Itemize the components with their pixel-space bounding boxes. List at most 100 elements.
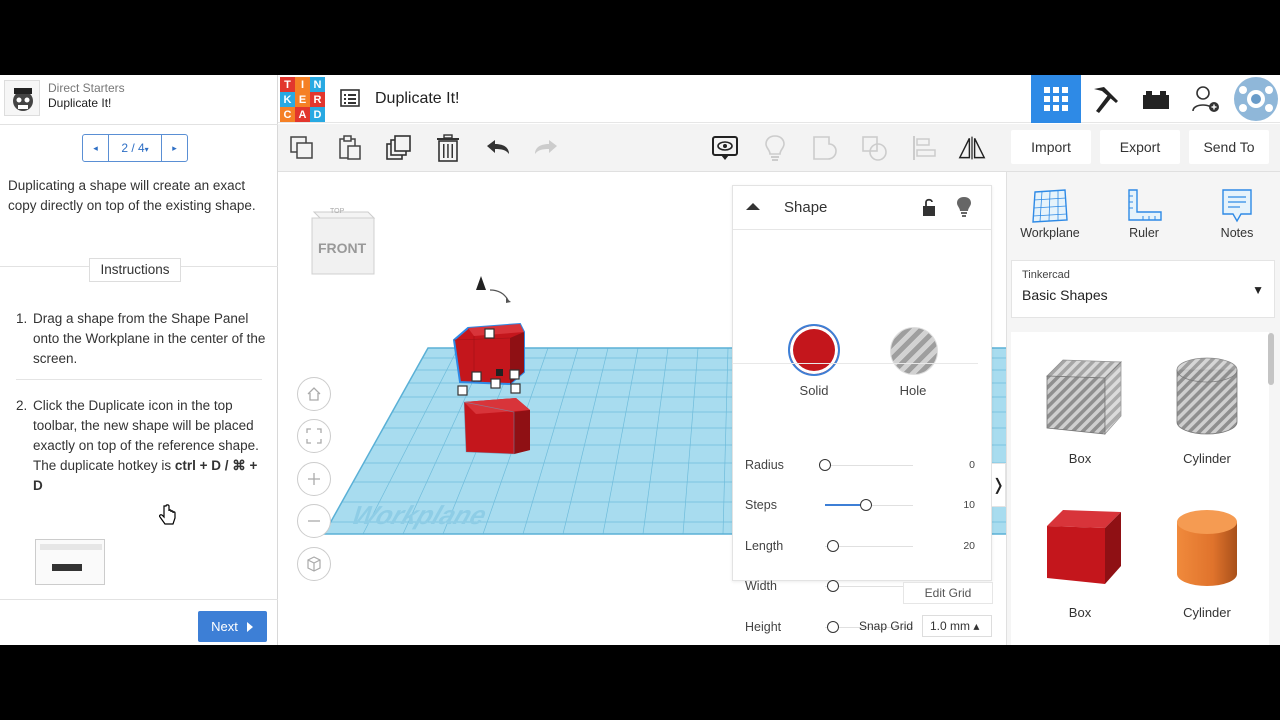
box-solid-thumbnail	[1047, 510, 1121, 584]
logo-letter: E	[295, 92, 310, 107]
radius-value[interactable]: 0	[969, 459, 975, 471]
group-button[interactable]	[811, 134, 839, 162]
steps-slider-knob[interactable]	[860, 499, 872, 511]
perspective-button[interactable]	[297, 547, 331, 581]
view-cube-front-label: FRONT	[318, 240, 367, 256]
export-button[interactable]: Export	[1100, 130, 1180, 164]
profile-avatar[interactable]	[1231, 75, 1280, 123]
next-label: Next	[211, 619, 238, 634]
snap-grid-select[interactable]: 1.0 mm ▴	[922, 615, 992, 637]
lesson-pager: ◂ 2 / 4▾ ▸	[82, 134, 188, 162]
step-thumbnail[interactable]	[35, 539, 105, 585]
tinkercad-logo[interactable]: TINKERCAD	[280, 77, 325, 122]
length-value[interactable]: 20	[963, 540, 975, 552]
step-number: 1.	[16, 311, 28, 326]
box-shape[interactable]	[463, 398, 530, 455]
view-cube[interactable]: TOP FRONT	[308, 204, 376, 279]
next-page-button[interactable]: ▸	[161, 135, 187, 161]
caret-down-icon: ▼	[1252, 283, 1264, 297]
hotkey-text: The duplicate hotkey is ctrl + D / ⌘ + D	[33, 458, 257, 493]
logo-letter: T	[280, 77, 295, 92]
lightbulb-icon[interactable]	[956, 196, 972, 218]
grid-view-icon	[1044, 87, 1068, 111]
edit-grid-button[interactable]: Edit Grid	[903, 582, 993, 604]
mirror-button[interactable]	[958, 134, 986, 162]
solid-color-swatch[interactable]	[788, 324, 840, 376]
snap-grid-label: Snap Grid	[859, 619, 914, 633]
step-body: Click the Duplicate icon in the top tool…	[33, 396, 266, 496]
ruler-tool[interactable]: Ruler	[1104, 186, 1184, 250]
step-item: 1. Drag a shape from the Shape Panel ont…	[16, 309, 266, 369]
view-cube-top-label: TOP	[330, 208, 345, 215]
redo-button[interactable]	[532, 134, 560, 162]
box-solid-shape[interactable]: Box	[1025, 502, 1135, 632]
prev-page-button[interactable]: ◂	[83, 135, 109, 161]
lock-icon[interactable]	[921, 197, 937, 217]
steps-value[interactable]: 10	[963, 499, 975, 511]
height-slider-knob[interactable]	[827, 621, 839, 633]
shape-library-select[interactable]: Tinkercad Basic Shapes ▼	[1011, 260, 1275, 318]
avatar-icon	[1233, 77, 1278, 121]
instruction-steps: 1. Drag a shape from the Shape Panel ont…	[16, 309, 266, 496]
zoom-out-button[interactable]	[297, 504, 331, 538]
align-button[interactable]	[910, 134, 938, 162]
notes-toggle-button[interactable]	[711, 134, 739, 162]
thumbnail-tooltip	[52, 564, 82, 571]
copy-icon	[290, 136, 313, 159]
3d-design-view-button[interactable]	[1031, 75, 1081, 123]
duplicate-button[interactable]	[385, 134, 413, 162]
collapse-up-icon[interactable]	[745, 201, 761, 211]
box-hole-label: Box	[1068, 451, 1092, 466]
light-button[interactable]	[761, 134, 789, 162]
page-select[interactable]: 2 / 4▾	[109, 135, 161, 161]
design-list-icon[interactable]	[340, 88, 360, 108]
zoom-in-button[interactable]	[297, 462, 331, 496]
delete-button[interactable]	[434, 134, 462, 162]
design-title[interactable]: Duplicate It!	[375, 90, 459, 108]
paste-icon	[339, 135, 361, 160]
fit-view-button[interactable]	[297, 419, 331, 453]
lesson-intro-text: Duplicating a shape will create an exact…	[8, 178, 256, 213]
shapes-scrollbar[interactable]	[1268, 333, 1274, 385]
fit-view-icon	[306, 428, 322, 444]
lesson-avatar	[4, 80, 40, 116]
ungroup-button[interactable]	[860, 134, 888, 162]
width-slider-knob[interactable]	[827, 580, 839, 592]
tinkercad-app: Direct Starters Duplicate It! ◂ 2 / 4▾ ▸…	[0, 75, 1280, 645]
center-handle[interactable]	[496, 369, 503, 376]
copy-button[interactable]	[288, 134, 316, 162]
next-step-button[interactable]: Next	[198, 611, 267, 642]
notes-icon	[1222, 189, 1252, 223]
invite-user-button[interactable]	[1181, 75, 1231, 123]
cube-perspective-icon	[307, 556, 321, 572]
inspector-title: Shape	[784, 199, 828, 216]
edit-toolbar: Import Export Send To	[278, 124, 1280, 172]
step-text: Drag a shape from the Shape Panel onto t…	[33, 311, 266, 366]
length-slider-knob[interactable]	[827, 540, 839, 552]
minecraft-view-button[interactable]	[1081, 75, 1131, 123]
radius-slider-knob[interactable]	[819, 459, 831, 471]
mirror-icon	[958, 136, 986, 160]
rotate-handle-icon[interactable]	[476, 276, 511, 303]
instructions-tab[interactable]: Instructions	[89, 258, 181, 282]
cylinder-solid-shape[interactable]: Cylinder	[1152, 502, 1262, 632]
cylinder-hole-shape[interactable]: Cylinder	[1152, 348, 1262, 478]
box-hole-shape[interactable]: Box	[1025, 348, 1135, 478]
paste-button[interactable]	[336, 134, 364, 162]
home-view-button[interactable]	[297, 377, 331, 411]
pickaxe-icon	[1094, 87, 1118, 113]
import-button[interactable]: Import	[1011, 130, 1091, 164]
thumbnail-toolbar	[40, 544, 102, 550]
lesson-header: Direct Starters Duplicate It!	[0, 75, 278, 125]
send-to-button[interactable]: Send To	[1189, 130, 1269, 164]
undo-button[interactable]	[484, 134, 512, 162]
hole-swatch[interactable]	[890, 327, 938, 375]
bricks-view-button[interactable]	[1131, 75, 1181, 123]
notes-tool[interactable]: Notes	[1197, 186, 1277, 250]
collapse-panel-button[interactable]: ❭	[992, 463, 1006, 507]
chevron-left-icon: ◂	[93, 142, 98, 153]
logo-letter: R	[310, 92, 325, 107]
zoom-in-icon	[308, 473, 320, 485]
workplane-tool[interactable]: Workplane	[1010, 186, 1090, 250]
undo-icon	[487, 140, 509, 154]
